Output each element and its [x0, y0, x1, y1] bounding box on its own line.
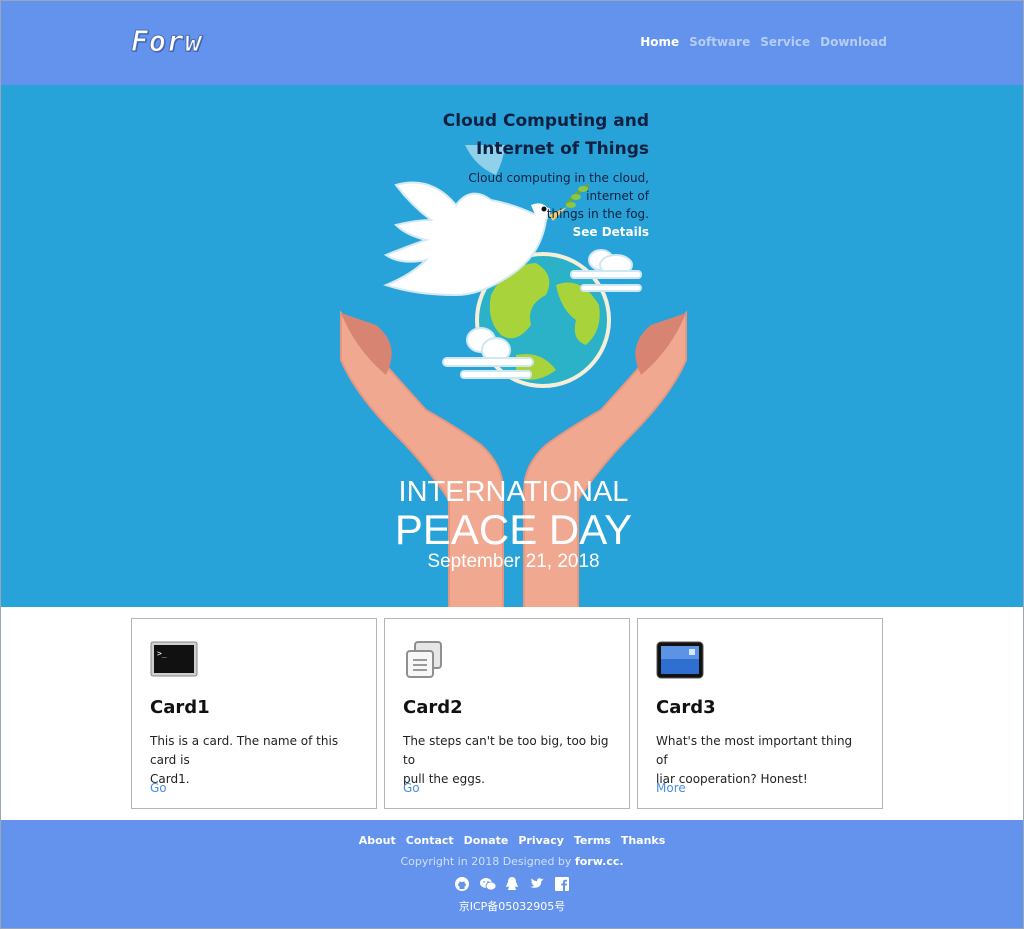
card-text-line1: This is a card. The name of this card is — [150, 734, 339, 767]
card-text-line1: What's the most important thing of — [656, 734, 853, 767]
card-row: >_ Card1 This is a card. The name of thi… — [131, 618, 883, 809]
poster-line3: September 21, 2018 — [427, 551, 600, 572]
nav-software[interactable]: Software — [689, 35, 750, 49]
hero-carousel: Cloud Computing and Internet of Things C… — [1, 85, 1023, 607]
terminal-icon: >_ — [150, 641, 198, 677]
site-logo[interactable]: Forw — [130, 25, 202, 59]
card-2: Card2 The steps can't be too big, too bi… — [384, 618, 630, 809]
hero-title-line1: Cloud Computing and — [442, 111, 649, 131]
hero-caption: Cloud Computing and Internet of Things C… — [421, 107, 649, 239]
icp-license[interactable]: 京ICP备05032905号 — [1, 898, 1023, 914]
nav-service[interactable]: Service — [760, 35, 810, 49]
social-links — [1, 876, 1023, 892]
hero-desc-line2: things in the fog. — [546, 207, 649, 221]
poster-line1: INTERNATIONAL — [398, 476, 629, 508]
card-link[interactable]: Go — [403, 781, 420, 795]
card-text: The steps can't be too big, too big to p… — [403, 732, 611, 786]
see-details-link[interactable]: See Details — [421, 225, 649, 239]
card-text: What's the most important thing of liar … — [656, 732, 864, 786]
card-link[interactable]: Go — [150, 781, 167, 795]
site-footer: About Contact Donate Privacy Terms Thank… — [1, 820, 1023, 928]
footer-link-terms[interactable]: Terms — [574, 834, 611, 847]
main-nav: Home Software Service Download — [640, 35, 887, 49]
poster-text: INTERNATIONAL PEACE DAY September 21, 20… — [361, 475, 666, 573]
card-title: Card1 — [150, 697, 210, 718]
hero-desc-line1: Cloud computing in the cloud, internet o… — [468, 171, 649, 203]
top-navbar: Forw Home Software Service Download — [1, 1, 1023, 85]
footer-link-thanks[interactable]: Thanks — [621, 834, 665, 847]
twitter-icon[interactable] — [529, 876, 545, 892]
card-title: Card2 — [403, 697, 463, 718]
footer-links: About Contact Donate Privacy Terms Thank… — [1, 834, 1023, 847]
card-3: Card3 What's the most important thing of… — [637, 618, 883, 809]
github-icon[interactable] — [454, 876, 470, 892]
poster-line2: PEACE DAY — [394, 506, 633, 553]
nav-download[interactable]: Download — [820, 35, 887, 49]
documents-icon — [406, 641, 442, 678]
card-text: This is a card. The name of this card is… — [150, 732, 358, 786]
footer-link-privacy[interactable]: Privacy — [518, 834, 564, 847]
svg-text:>_: >_ — [157, 649, 167, 658]
qq-icon[interactable] — [504, 876, 520, 892]
card-1: >_ Card1 This is a card. The name of thi… — [131, 618, 377, 809]
card-text-line1: The steps can't be too big, too big to — [403, 734, 609, 767]
card-link[interactable]: More — [656, 781, 686, 795]
footer-link-about[interactable]: About — [359, 834, 396, 847]
copyright-site-link[interactable]: forw.cc. — [575, 855, 624, 868]
nav-home[interactable]: Home — [640, 35, 679, 49]
card-title: Card3 — [656, 697, 716, 718]
wechat-icon[interactable] — [479, 876, 497, 892]
hero-title: Cloud Computing and Internet of Things — [421, 107, 649, 163]
tablet-icon — [656, 641, 704, 679]
footer-link-donate[interactable]: Donate — [464, 834, 509, 847]
hero-description: Cloud computing in the cloud, internet o… — [421, 169, 649, 223]
hero-title-line2: Internet of Things — [475, 139, 649, 159]
footer-link-contact[interactable]: Contact — [406, 834, 454, 847]
facebook-icon[interactable] — [554, 876, 570, 892]
copyright-prefix: Copyright in 2018 Designed by — [400, 855, 572, 868]
copyright-text: Copyright in 2018 Designed by forw.cc. — [1, 855, 1023, 868]
